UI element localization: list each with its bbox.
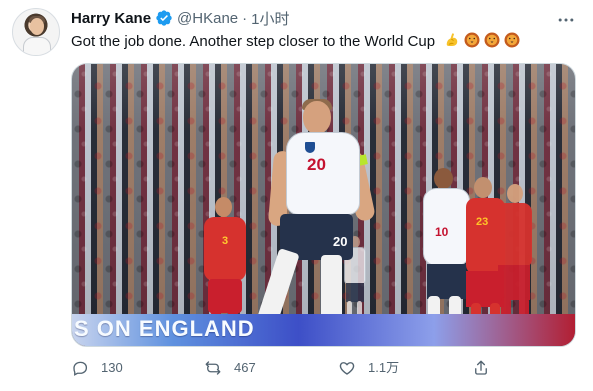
harry-kane-player: 20 20 <box>251 99 377 346</box>
kane-shirt-number: 20 <box>307 155 326 174</box>
player-head <box>507 184 523 203</box>
shirt-number-left: 3 <box>222 235 229 247</box>
player-shorts <box>498 265 530 300</box>
share-button[interactable] <box>472 359 490 377</box>
like-count: 1.1万 <box>368 360 400 375</box>
reply-count: 130 <box>101 360 123 375</box>
kane-shorts-number: 20 <box>333 234 348 249</box>
adboard-text: S ON ENGLAND <box>74 316 255 341</box>
tweet-card[interactable]: Harry Kane @HKane · 1小时 Got the job done… <box>0 0 593 391</box>
author-name[interactable]: Harry Kane <box>71 10 151 27</box>
tweet-photo[interactable]: 3 10 23 20 20 S ON ENGLAND <box>71 63 576 347</box>
lion-face-icon <box>463 31 481 49</box>
heart-icon <box>338 359 356 377</box>
player-shorts <box>427 264 466 299</box>
shirt-number-red: 23 <box>476 216 489 228</box>
player-head <box>215 197 232 217</box>
tweet-header: Harry Kane @HKane · 1小时 <box>71 8 289 28</box>
shirt-number-center: 10 <box>435 225 449 239</box>
tweet-emojis <box>443 31 521 49</box>
player-shorts <box>208 279 242 313</box>
england-crest-icon <box>305 142 315 153</box>
stadium-adboard: S ON ENGLAND <box>72 314 575 346</box>
retweet-icon <box>204 359 222 377</box>
avatar-shirt <box>23 37 51 55</box>
author-avatar[interactable] <box>12 8 60 56</box>
reply-button[interactable]: 130 <box>71 359 123 377</box>
more-horizontal-icon[interactable] <box>554 10 578 30</box>
tweet-text: Got the job done. Another step closer to… <box>71 33 436 50</box>
player-shirt <box>497 203 532 268</box>
player-head <box>303 101 331 134</box>
tweet-time[interactable]: 1小时 <box>251 8 289 29</box>
retweet-count: 467 <box>234 360 256 375</box>
player-shirt <box>204 217 246 281</box>
player-head <box>474 177 492 198</box>
tweet-text-row: Got the job done. Another step closer to… <box>71 31 521 52</box>
flexed-biceps-icon <box>443 31 461 49</box>
lion-face-icon <box>503 31 521 49</box>
like-button[interactable]: 1.1万 <box>338 359 399 377</box>
verified-badge-icon <box>155 9 173 27</box>
retweet-button[interactable]: 467 <box>204 359 256 377</box>
tweet-actions: 130 467 1.1万 <box>71 359 576 379</box>
player-head <box>434 168 453 189</box>
lion-face-icon <box>483 31 501 49</box>
author-handle[interactable]: @HKane <box>177 10 238 27</box>
avatar-face <box>30 18 44 35</box>
reply-icon <box>71 359 89 377</box>
header-separator: · <box>242 9 248 27</box>
share-icon <box>472 359 490 377</box>
